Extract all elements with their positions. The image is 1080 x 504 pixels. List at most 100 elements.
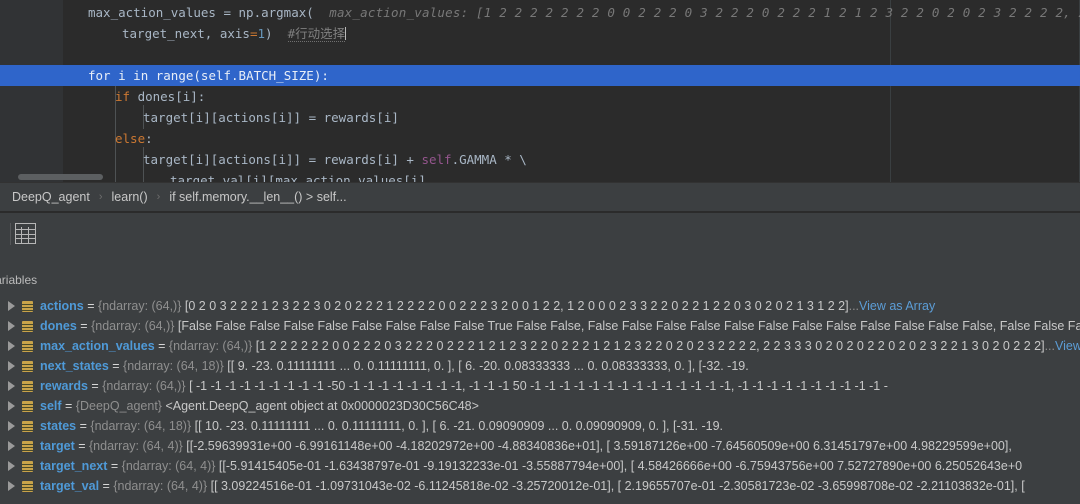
expand-arrow-icon[interactable] xyxy=(8,361,15,371)
variable-name: target xyxy=(40,439,75,453)
variable-row[interactable]: rewards = {ndarray: (64,)} [ -1 -1 -1 -1… xyxy=(0,376,1080,396)
code-token: 1 xyxy=(257,26,266,41)
array-variable-icon xyxy=(22,421,33,432)
variable-row[interactable]: target_val = {ndarray: (64, 4)} [[ 3.092… xyxy=(0,476,1080,496)
expand-arrow-icon[interactable] xyxy=(8,421,15,431)
line-target-val[interactable]: target_val[i][max_action_values[i] xyxy=(0,170,1080,182)
variable-line: max_action_values = {ndarray: (64,)} [1 … xyxy=(40,336,1080,356)
line-if-dones[interactable]: if dones[i]: xyxy=(0,86,1080,107)
expand-arrow-icon[interactable] xyxy=(8,321,15,331)
variable-view-as-array-link[interactable]: View as Array xyxy=(1055,339,1080,353)
variable-value: [1 2 2 2 2 2 2 0 0 2 2 2 0 3 2 2 2 0 2 2… xyxy=(255,339,1045,353)
variable-row[interactable]: target_next = {ndarray: (64, 4)} [[-5.91… xyxy=(0,456,1080,476)
expand-arrow-icon[interactable] xyxy=(8,381,15,391)
variable-type: {ndarray: (64, 4)} xyxy=(88,439,187,453)
expand-arrow-icon[interactable] xyxy=(8,461,15,471)
variable-name: target_val xyxy=(40,479,100,493)
code-token: target[i][actions[i]] = rewards[i] xyxy=(143,110,399,125)
expand-arrow-icon[interactable] xyxy=(8,301,15,311)
variable-type: {ndarray: (64, 4)} xyxy=(113,479,211,493)
variable-type: {ndarray: (64,)} xyxy=(98,299,185,313)
variable-name: dones xyxy=(40,319,77,333)
variable-equals: = xyxy=(107,459,122,473)
variable-type: {ndarray: (64, 18)} xyxy=(90,419,195,433)
variables-list[interactable]: actions = {ndarray: (64,)} [0 2 0 3 2 2 … xyxy=(0,296,1080,504)
code-token: dones[i]: xyxy=(137,89,206,104)
variable-value: [ -1 -1 -1 -1 -1 -1 -1 -1 -1 -50 -1 -1 -… xyxy=(189,379,888,393)
variable-equals: = xyxy=(99,479,114,493)
variable-equals: = xyxy=(87,379,103,393)
code-token: : xyxy=(145,131,153,146)
variables-tab-label: Variables xyxy=(0,271,1080,291)
line-target-assign[interactable]: target[i][actions[i]] = rewards[i] xyxy=(0,107,1080,128)
variable-name: states xyxy=(40,419,77,433)
variable-row[interactable]: actions = {ndarray: (64,)} [0 2 0 3 2 2 … xyxy=(0,296,1080,316)
variable-line: next_states = {ndarray: (64, 18)} [[ 9. … xyxy=(40,356,749,376)
variable-row[interactable]: states = {ndarray: (64, 18)} [[ 10. -23.… xyxy=(0,416,1080,436)
array-variable-icon xyxy=(22,301,33,312)
variables-label-text: Variables xyxy=(0,273,38,287)
breadcrumb-item-method[interactable]: learn() xyxy=(112,190,148,204)
code-token: ) xyxy=(265,26,288,41)
variable-name: self xyxy=(40,399,62,413)
variable-value: [False False False False False False Fal… xyxy=(177,319,1080,333)
variable-name: next_states xyxy=(40,359,109,373)
pycharm-debugger-window: max_action_values = np.argmax( max_actio… xyxy=(0,0,1080,504)
variable-value: [0 2 0 3 2 2 2 1 2 3 2 2 3 0 2 0 2 2 2 1… xyxy=(184,299,849,313)
code-editor[interactable]: max_action_values = np.argmax( max_actio… xyxy=(0,0,1080,182)
variable-row[interactable]: max_action_values = {ndarray: (64,)} [1 … xyxy=(0,336,1080,356)
code-token: .GAMMA * \ xyxy=(451,152,527,167)
variable-line: target_val = {ndarray: (64, 4)} [[ 3.092… xyxy=(40,476,1025,496)
line-target-next[interactable]: target_next, axis=1) #行动选择 xyxy=(0,23,1080,44)
variable-row[interactable]: self = {DeepQ_agent} <Agent.DeepQ_agent … xyxy=(0,396,1080,416)
array-variable-icon xyxy=(22,381,33,392)
variable-equals: = xyxy=(108,359,124,373)
array-variable-icon xyxy=(22,361,33,372)
variable-value: [[ 3.09224516e-01 -1.09731043e-02 -6.112… xyxy=(210,479,1025,493)
variable-name: target_next xyxy=(40,459,108,473)
variable-truncation-ellipsis: ... xyxy=(848,299,860,313)
variable-value: <Agent.DeepQ_agent object at 0x0000023D3… xyxy=(165,399,479,413)
code-token: target_val[i][max_action_values[i] xyxy=(170,173,426,182)
variable-row[interactable]: next_states = {ndarray: (64, 18)} [[ 9. … xyxy=(0,356,1080,376)
breadcrumb-item-statement[interactable]: if self.memory.__len__() > self... xyxy=(169,190,346,204)
array-variable-icon xyxy=(22,461,33,472)
variable-equals: = xyxy=(83,299,99,313)
breadcrumb-item-class[interactable]: DeepQ_agent xyxy=(12,190,90,204)
code-token: max_action_values = np.argmax( xyxy=(88,5,314,20)
variable-equals: = xyxy=(76,319,92,333)
expand-arrow-icon[interactable] xyxy=(8,481,15,491)
variable-row[interactable]: dones = {ndarray: (64,)} [False False Fa… xyxy=(0,316,1080,336)
variable-name: max_action_values xyxy=(40,339,155,353)
debugger-toolbar xyxy=(0,213,1080,265)
expand-arrow-icon[interactable] xyxy=(8,341,15,351)
variable-line: dones = {ndarray: (64,)} [False False Fa… xyxy=(40,316,1080,336)
chevron-right-icon: › xyxy=(156,191,161,203)
view-as-table-icon[interactable] xyxy=(15,223,36,244)
variable-row[interactable]: target = {ndarray: (64, 4)} [[-2.5963993… xyxy=(0,436,1080,456)
expand-arrow-icon[interactable] xyxy=(8,401,15,411)
code-token: i xyxy=(118,68,134,83)
variable-equals: = xyxy=(61,399,76,413)
line-target-gamma[interactable]: target[i][actions[i]] = rewards[i] + sel… xyxy=(0,149,1080,170)
editor-horizontal-scrollbar[interactable] xyxy=(18,174,103,180)
variable-name: actions xyxy=(40,299,84,313)
code-token: if xyxy=(115,89,138,104)
line-else[interactable]: else: xyxy=(0,128,1080,149)
breadcrumb[interactable]: DeepQ_agent › learn() › if self.memory._… xyxy=(0,182,1080,212)
variable-line: actions = {ndarray: (64,)} [0 2 0 3 2 2 … xyxy=(40,296,935,316)
variable-type: {ndarray: (64, 4)} xyxy=(121,459,219,473)
variable-type: {ndarray: (64, 18)} xyxy=(123,359,228,373)
chevron-right-icon: › xyxy=(98,191,103,203)
variable-value: [[ 10. -23. 0.11111111 ... 0. 0.11111111… xyxy=(194,419,724,433)
variable-view-as-array-link[interactable]: View as Array xyxy=(859,299,935,313)
variable-truncation-ellipsis: ... xyxy=(1044,339,1055,353)
variable-line: self = {DeepQ_agent} <Agent.DeepQ_agent … xyxy=(40,396,479,416)
code-token: .BATCH_SIZE): xyxy=(231,68,329,83)
inline-debug-hint: max_action_values: [1 2 2 2 2 2 2 2 0 0 … xyxy=(313,5,1080,20)
variable-line: states = {ndarray: (64, 18)} [[ 10. -23.… xyxy=(40,416,723,436)
variable-name: rewards xyxy=(40,379,88,393)
line-for[interactable]: for i in range(self.BATCH_SIZE): xyxy=(0,65,1080,86)
line-argmax[interactable]: max_action_values = np.argmax( max_actio… xyxy=(0,2,1080,23)
expand-arrow-icon[interactable] xyxy=(8,441,15,451)
